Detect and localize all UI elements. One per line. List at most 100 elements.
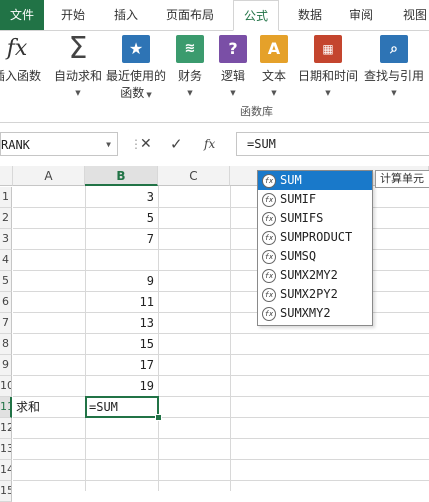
chevron-down-icon: ▼ xyxy=(187,89,193,97)
column-header-c[interactable]: C xyxy=(158,166,230,186)
function-icon: fx xyxy=(262,249,276,264)
row-header-10[interactable]: 10 xyxy=(0,376,12,397)
row-header-9[interactable]: 9 xyxy=(0,355,12,376)
cell-b10[interactable]: 19 xyxy=(85,376,158,397)
cell-b2[interactable]: 5 xyxy=(85,208,158,229)
cell-b1[interactable]: 3 xyxy=(85,187,158,208)
function-icon: fx xyxy=(262,306,276,321)
formula-input[interactable]: =SUM xyxy=(236,132,429,156)
recent-label-1: 最近使用的 xyxy=(106,69,167,83)
row-header-3[interactable]: 3 xyxy=(0,229,12,250)
formula-bar: RANK ▼ ⋮ ✕ ✓ fx =SUM xyxy=(0,130,429,160)
active-cell-b11[interactable]: =SUM xyxy=(85,396,159,418)
lookup-reference-button[interactable]: ⌕ 查找与引用 ▼ xyxy=(362,33,426,98)
chevron-down-icon: ▼ xyxy=(391,89,397,97)
row-header-11[interactable]: 11 xyxy=(0,397,12,418)
cell-b4[interactable] xyxy=(85,250,158,271)
row-header-5[interactable]: 5 xyxy=(0,271,12,292)
autocomplete-item-label: SUMIF xyxy=(280,192,317,206)
chevron-down-icon: ▼ xyxy=(144,91,152,99)
logical-button[interactable]: ? 逻辑 ▼ xyxy=(217,33,249,98)
function-tooltip: 计算单元 xyxy=(375,170,429,188)
tab-formulas[interactable]: 公式 xyxy=(233,0,280,31)
tab-page-layout[interactable]: 页面布局 xyxy=(166,0,214,30)
ribbon: fx 插入函数 Σ 自动求和 ▼ ★ 最近使用的 函数 ▼ ≋ 财务 ▼ ? 逻… xyxy=(0,31,429,123)
autocomplete-item-label: SUMX2PY2 xyxy=(280,287,338,301)
text-label: 文本 xyxy=(261,69,286,83)
column-header-a[interactable]: A xyxy=(13,166,85,186)
cell-b8[interactable]: 15 xyxy=(85,334,158,355)
tab-home[interactable]: 开始 xyxy=(61,0,85,30)
autocomplete-item-sumsq[interactable]: fx SUMSQ xyxy=(258,247,372,266)
autocomplete-item-sumx2py2[interactable]: fx SUMX2PY2 xyxy=(258,285,372,304)
row-header-12[interactable]: 12 xyxy=(0,418,12,439)
tab-data[interactable]: 数据 xyxy=(298,0,322,30)
function-icon: fx xyxy=(262,192,276,207)
autocomplete-item-sumxmy2[interactable]: fx SUMXMY2 xyxy=(258,304,372,323)
recent-label-2: 函数 xyxy=(120,86,145,100)
row-header-7[interactable]: 7 xyxy=(0,313,12,334)
grid-line xyxy=(13,375,429,376)
grid-line xyxy=(230,186,231,491)
autocomplete-item-sumif[interactable]: fx SUMIF xyxy=(258,190,372,209)
financial-button[interactable]: ≋ 财务 ▼ xyxy=(174,33,206,98)
a-book-icon: A xyxy=(260,35,288,63)
financial-label: 财务 xyxy=(177,69,202,83)
text-button[interactable]: A 文本 ▼ xyxy=(258,33,290,98)
recent-functions-button[interactable]: ★ 最近使用的 函数 ▼ xyxy=(106,33,166,101)
autocomplete-item-label: SUMIFS xyxy=(280,211,324,225)
enter-icon[interactable]: ✓ xyxy=(170,132,183,156)
row-header-4[interactable]: 4 xyxy=(0,250,12,271)
autocomplete-item-label: SUMPRODUCT xyxy=(280,230,353,244)
autosum-button[interactable]: Σ 自动求和 ▼ xyxy=(52,33,104,98)
function-icon: fx xyxy=(262,173,276,188)
row-header-14[interactable]: 14 xyxy=(0,460,12,481)
date-time-button[interactable]: ▦ 日期和时间 ▼ xyxy=(296,33,360,98)
function-icon: fx xyxy=(262,211,276,226)
formula-buttons: ⋮ ✕ ✓ fx xyxy=(130,132,230,156)
chevron-down-icon: ▼ xyxy=(271,89,277,97)
autosum-label: 自动求和 xyxy=(53,69,102,83)
row-header-1[interactable]: 1 xyxy=(0,187,12,208)
question-book-icon: ? xyxy=(219,35,247,63)
autocomplete-item-sumifs[interactable]: fx SUMIFS xyxy=(258,209,372,228)
autocomplete-item-sumproduct[interactable]: fx SUMPRODUCT xyxy=(258,228,372,247)
row-header-13[interactable]: 13 xyxy=(0,439,12,460)
autocomplete-item-sumx2my2[interactable]: fx SUMX2MY2 xyxy=(258,266,372,285)
fx-icon: fx xyxy=(6,36,28,61)
cancel-icon[interactable]: ✕ xyxy=(140,132,152,156)
group-label: 函数库 xyxy=(240,105,273,118)
row-header-8[interactable]: 8 xyxy=(0,334,12,355)
autocomplete-item-label: SUMXMY2 xyxy=(280,306,331,320)
menu-bar: 文件 开始 插入 页面布局 公式 数据 审阅 视图 xyxy=(0,0,429,31)
tab-review[interactable]: 审阅 xyxy=(349,0,373,30)
chevron-down-icon: ▼ xyxy=(75,89,81,97)
coins-book-icon: ≋ xyxy=(176,35,204,63)
row-header-6[interactable]: 6 xyxy=(0,292,12,313)
tab-insert[interactable]: 插入 xyxy=(114,0,138,30)
column-header-b[interactable]: B xyxy=(85,166,158,186)
row-header-15[interactable]: 15 xyxy=(0,481,12,502)
tab-view[interactable]: 视图 xyxy=(403,0,427,30)
chevron-down-icon: ▼ xyxy=(230,89,236,97)
cell-b7[interactable]: 13 xyxy=(85,313,158,334)
grid-line xyxy=(158,186,159,491)
function-icon: fx xyxy=(262,287,276,302)
grid-line xyxy=(13,333,429,334)
chevron-down-icon[interactable]: ▼ xyxy=(106,133,111,157)
cell-b9[interactable]: 17 xyxy=(85,355,158,376)
fill-handle[interactable] xyxy=(155,414,162,421)
name-box[interactable]: RANK ▼ xyxy=(0,132,118,156)
autocomplete-item-label: SUMSQ xyxy=(280,249,317,263)
cell-b6[interactable]: 11 xyxy=(85,292,158,313)
cell-b5[interactable]: 9 xyxy=(85,271,158,292)
autocomplete-item-sum[interactable]: fx SUM xyxy=(258,171,372,190)
tab-file[interactable]: 文件 xyxy=(0,0,44,30)
insert-function-button[interactable]: fx 插入函数 xyxy=(0,33,42,84)
cell-b3[interactable]: 7 xyxy=(85,229,158,250)
insert-function-icon[interactable]: fx xyxy=(204,132,215,156)
row-header-2[interactable]: 2 xyxy=(0,208,12,229)
select-all-corner[interactable] xyxy=(0,166,13,186)
cell-a11[interactable]: 求和 xyxy=(16,397,40,418)
grid-line xyxy=(13,417,429,418)
